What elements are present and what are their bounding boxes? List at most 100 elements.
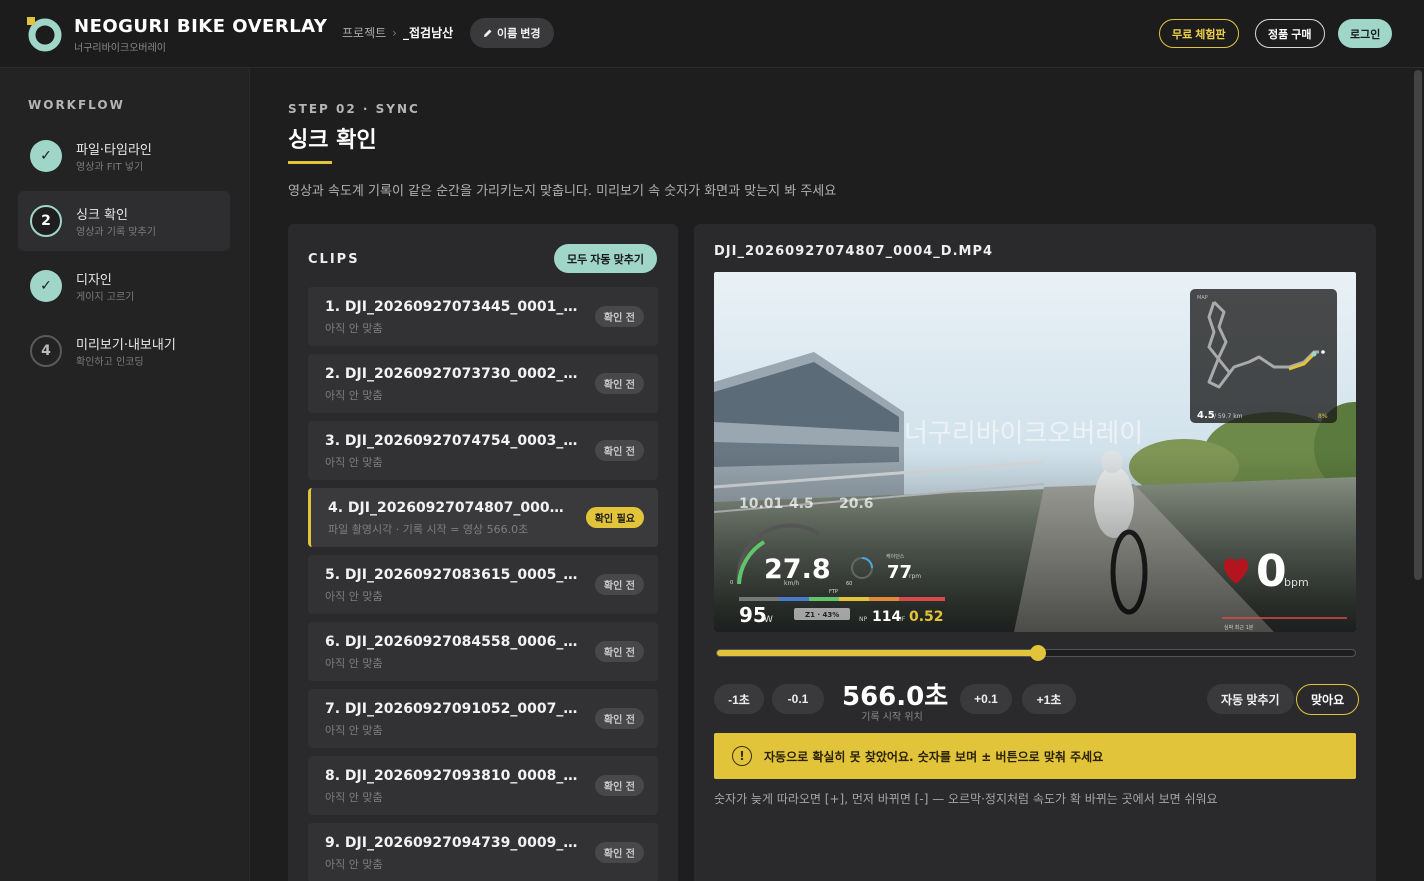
status-badge: 확인 전 (594, 842, 644, 863)
logo-icon (27, 17, 62, 52)
hr-subtitle: 심박 최근 1분 (1224, 624, 1254, 631)
map-total: / 59.7 km (1214, 413, 1243, 420)
step-number: 2 (30, 205, 62, 237)
clip-item[interactable]: 3. DJI_20260927074754_0003_D.MP4 아직 안 맞춤… (308, 421, 658, 480)
step-design[interactable]: ✓ 디자인 게이지 고르기 (18, 256, 230, 316)
brand: NEOGURI BIKE OVERLAY 너구리바이크오버레이 (74, 16, 327, 54)
if-label: IF (900, 616, 906, 623)
page-description: 영상과 속도계 기록이 같은 순간을 가리키는지 맞춥니다. 미리보기 속 숫자… (288, 184, 837, 199)
map-distance: 4.5 (1197, 410, 1215, 421)
step-label: 미리보기·내보내기 (76, 338, 176, 353)
power-value: 95 (739, 603, 767, 627)
speed-unit: km/h (784, 580, 799, 587)
status-badge: 확인 전 (594, 775, 644, 796)
rename-button[interactable]: 이름 변경 (470, 18, 554, 48)
clip-item-selected[interactable]: 4. DJI_20260927074807_0004_D.MP4 파일 촬영시각… (308, 488, 658, 547)
hr-unit: bpm (1284, 576, 1309, 589)
page-scrollbar[interactable] (1414, 70, 1422, 580)
auto-sync-button[interactable]: 자동 맞추기 (1207, 684, 1294, 714)
slider-thumb[interactable] (1029, 645, 1046, 661)
warning-banner: ! 자동으로 확실히 못 찾았어요. 숫자를 보며 ± 버튼으로 맞춰 주세요 (714, 733, 1356, 779)
login-button[interactable]: 로그인 (1338, 19, 1393, 48)
brand-subtitle: 너구리바이크오버레이 (74, 43, 166, 54)
auto-sync-all-button[interactable]: 모두 자동 맞추기 (554, 244, 657, 273)
clip-name: 6. DJI_20260927084558_0006_D.MP4 (325, 634, 580, 650)
workflow-sidebar: WORKFLOW ✓ 파일·타임라인 영상과 FIT 넣기 2 싱크 확인 영상… (0, 68, 250, 881)
clip-name: 5. DJI_20260927083615_0005_D.MP4 (325, 567, 580, 583)
np-value: 114 (872, 609, 901, 625)
pencil-icon (484, 29, 492, 37)
clip-item[interactable]: 9. DJI_20260927094739_0009_D.MP4 아직 안 맞춤… (308, 823, 658, 881)
hr-value: 0 (1256, 546, 1287, 597)
clip-status-text: 아직 안 맞춤 (325, 858, 383, 871)
step-preview-export[interactable]: 4 미리보기·내보내기 확인하고 인코딩 (18, 321, 230, 381)
cadence-unit: rpm (909, 573, 921, 580)
cadence-label: 케이던스 (886, 553, 905, 560)
clip-item[interactable]: 1. DJI_20260927073445_0001_D.MP4 아직 안 맞춤… (308, 287, 658, 346)
clip-item[interactable]: 5. DJI_20260927083615_0005_D.MP4 아직 안 맞춤… (308, 555, 658, 614)
breadcrumb-current: _접검남산 (402, 26, 454, 40)
step-files-timeline[interactable]: ✓ 파일·타임라인 영상과 FIT 넣기 (18, 126, 230, 186)
status-badge: 확인 전 (594, 574, 644, 595)
minus-1s-button[interactable]: -1초 (714, 684, 764, 714)
gauge-max: 60 (846, 581, 852, 587)
minus-0.1-button[interactable]: -0.1 (772, 684, 824, 714)
np-label: NP (859, 616, 867, 623)
app-header: NEOGURI BIKE OVERLAY 너구리바이크오버레이 프로젝트 › _접검… (0, 0, 1424, 68)
overlay-value: 4.5 (789, 496, 814, 512)
confirm-button[interactable]: 맞아요 (1296, 684, 1360, 715)
video-frame: 너구리바이크오버레이 MAP 4.5 / 59.7 km 8% 10.01 4.… (714, 272, 1356, 632)
clip-name: 3. DJI_20260927074754_0003_D.MP4 (325, 433, 580, 449)
status-badge: 확인 필요 (585, 507, 644, 528)
warning-icon: ! (732, 746, 752, 766)
clip-status-text: 파일 촬영시각 · 기록 시작 = 영상 566.0초 (328, 523, 529, 536)
zone-badge: Z1 · 43% (805, 611, 839, 619)
status-badge: 확인 전 (594, 306, 644, 327)
clip-item[interactable]: 6. DJI_20260927084558_0006_D.MP4 아직 안 맞춤… (308, 622, 658, 681)
timeline-slider[interactable] (716, 645, 1356, 661)
video-preview[interactable]: 너구리바이크오버레이 MAP 4.5 / 59.7 km 8% 10.01 4.… (714, 272, 1356, 632)
clips-title: CLIPS (308, 252, 360, 267)
plus-0.1-button[interactable]: +0.1 (960, 684, 1012, 714)
clip-item[interactable]: 2. DJI_20260927073730_0002_D.MP4 아직 안 맞춤… (308, 354, 658, 413)
title-underline (288, 161, 332, 164)
slider-fill (717, 650, 1038, 656)
plus-1s-button[interactable]: +1초 (1022, 684, 1076, 714)
clip-status-text: 아직 안 맞춤 (325, 657, 383, 670)
map-widget: MAP 4.5 / 59.7 km 8% (1190, 289, 1337, 423)
breadcrumb-separator: › (392, 26, 397, 40)
step-check-icon: ✓ (30, 270, 62, 302)
step-label: 싱크 확인 (76, 208, 128, 223)
step-number: 4 (30, 335, 62, 367)
clip-name: 9. DJI_20260927094739_0009_D.MP4 (325, 835, 580, 851)
hint-text: 숫자가 늦게 따라오면 [+], 먼저 바뀌면 [-] — 오르막·정지처럼 속… (714, 792, 1218, 806)
clip-status-text: 아직 안 맞춤 (325, 590, 383, 603)
step-tag: STEP 02 · SYNC (288, 102, 420, 116)
free-trial-button[interactable]: 무료 체험판 (1159, 19, 1239, 48)
clip-item[interactable]: 8. DJI_20260927093810_0008_D.MP4 아직 안 맞춤… (308, 756, 658, 815)
status-badge: 확인 전 (594, 373, 644, 394)
buy-button[interactable]: 정품 구매 (1255, 19, 1325, 48)
clip-name: 7. DJI_20260927091052_0007_D.MP4 (325, 701, 580, 717)
map-grade: 8% (1318, 413, 1328, 420)
clip-name: 2. DJI_20260927073730_0002_D.MP4 (325, 366, 580, 382)
breadcrumb-project[interactable]: 프로젝트 (342, 26, 386, 40)
step-sync-check[interactable]: 2 싱크 확인 영상과 기록 맞추기 (18, 191, 230, 251)
status-badge: 확인 전 (594, 641, 644, 662)
video-panel: DJI_20260927074807_0004_D.MP4 너구리바이크오버레이… (694, 224, 1376, 881)
clips-panel: CLIPS 모두 자동 맞추기 1. DJI_20260927073445_00… (288, 224, 678, 881)
ftp-label: FTP (829, 589, 838, 595)
overlay-value: 10.01 (739, 496, 783, 512)
step-check-icon: ✓ (30, 140, 62, 172)
workflow-title: WORKFLOW (28, 98, 125, 112)
step-subtitle: 확인하고 인코딩 (76, 357, 144, 368)
video-filename: DJI_20260927074807_0004_D.MP4 (714, 244, 994, 259)
clip-item[interactable]: 7. DJI_20260927091052_0007_D.MP4 아직 안 맞춤… (308, 689, 658, 748)
step-subtitle: 영상과 FIT 넣기 (76, 162, 144, 173)
breadcrumb: 프로젝트 › _접검남산 (342, 24, 453, 41)
page-title: 싱크 확인 (288, 128, 377, 153)
clip-status-text: 아직 안 맞춤 (325, 389, 383, 402)
overlay-value: 20.6 (839, 496, 874, 512)
step-subtitle: 영상과 기록 맞추기 (76, 227, 156, 238)
sync-time-label: 기록 시작 위치 (861, 712, 923, 723)
